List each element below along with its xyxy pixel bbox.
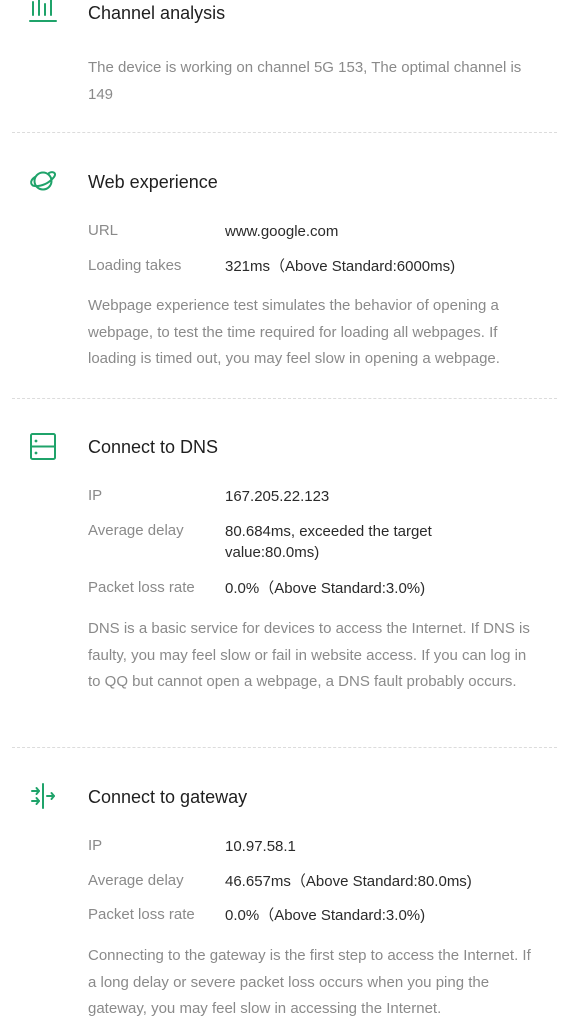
gateway-loss-label: Packet loss rate [88,906,195,923]
loading-value: 321ms（Above Standard:6000ms) [225,258,456,275]
planet-icon [30,171,57,191]
dns-title: Connect to DNS [88,437,219,457]
gateway-loss-value: 0.0%（Above Standard:3.0%) [225,907,426,924]
web-experience-description: Webpage experience test simulates the be… [88,297,500,367]
gateway-title: Connect to gateway [88,787,248,807]
web-experience-title: Web experience [88,172,218,192]
divider [12,132,557,133]
dns-delay-value: 80.684ms, exceeded the target value:80.0… [225,523,432,561]
channel-analysis-title: Channel analysis [88,3,226,23]
dns-loss-value: 0.0%（Above Standard:3.0%) [225,580,426,597]
gateway-description: Connecting to the gateway is the first s… [88,947,531,1017]
url-label: URL [88,222,119,239]
divider [12,747,557,748]
gateway-ip-value: 10.97.58.1 [225,838,296,855]
gateway-delay-label: Average delay [88,872,184,889]
dns-description: DNS is a basic service for devices to ac… [88,620,530,690]
dns-loss-label: Packet loss rate [88,579,195,596]
dns-ip-value: 167.205.22.123 [225,488,330,505]
url-value: www.google.com [225,223,339,240]
channel-analysis-description: The device is working on channel 5G 153,… [88,59,522,103]
gateway-delay-value: 46.657ms（Above Standard:80.0ms) [225,873,472,890]
gateway-ip-label: IP [88,837,103,854]
dns-ip-label: IP [88,487,103,504]
bar-chart-icon [29,0,57,22]
loading-label: Loading takes [88,257,182,274]
dns-delay-label: Average delay [88,522,184,539]
divider [12,398,557,399]
gateway-arrows-icon [31,783,55,809]
server-icon [30,433,56,460]
